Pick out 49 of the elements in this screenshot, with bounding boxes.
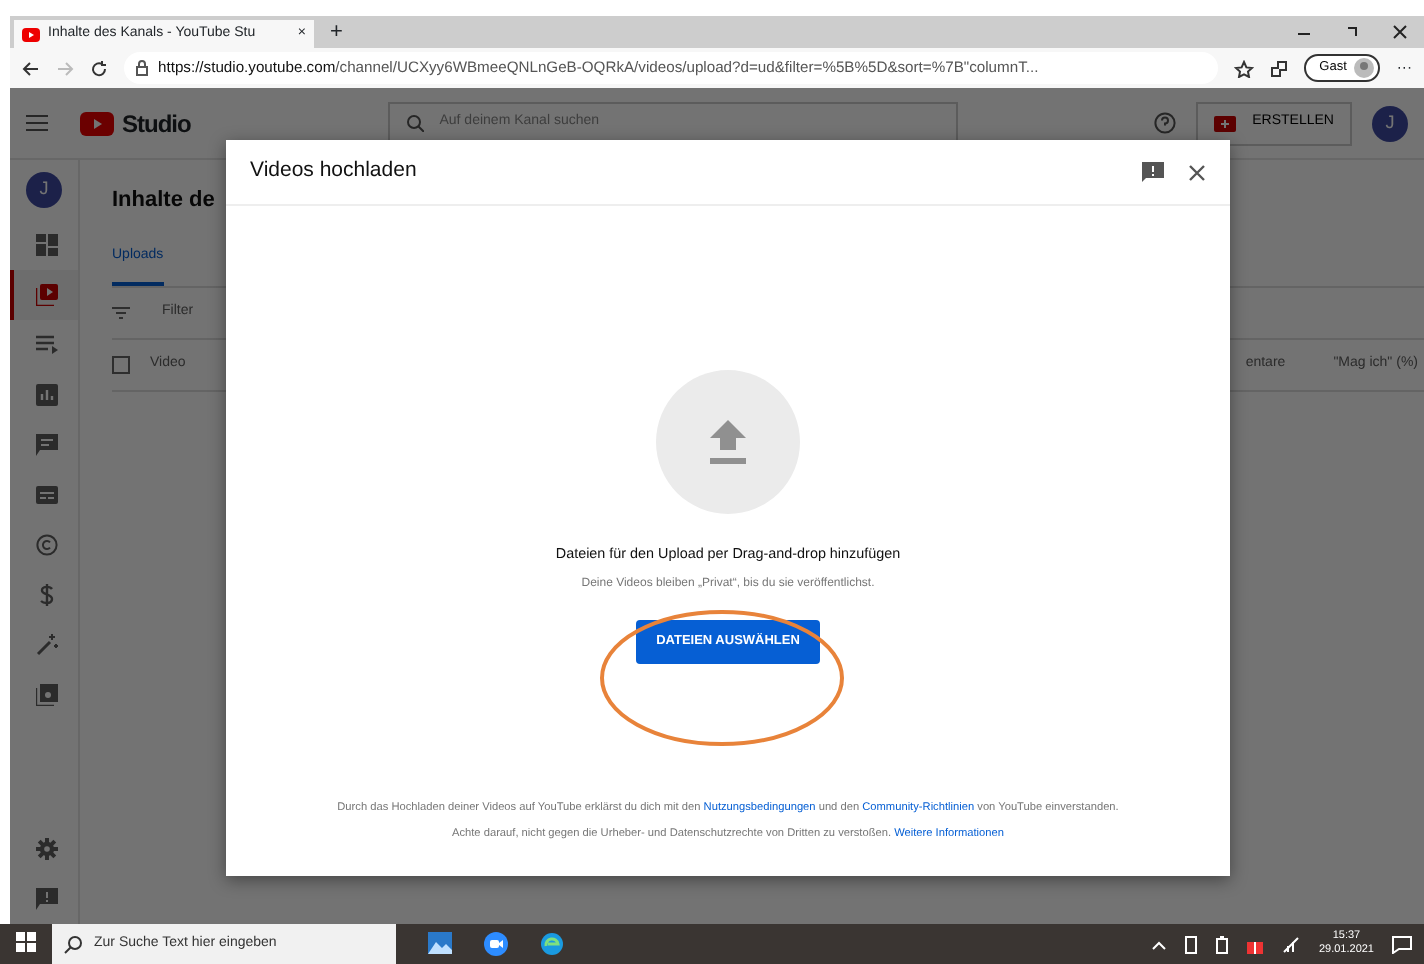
photos-app-icon[interactable] <box>428 932 452 954</box>
avatar-icon <box>1354 58 1375 78</box>
sidebar-item[interactable] <box>10 270 78 320</box>
upload-arrow-icon <box>708 420 748 464</box>
subtitles-icon <box>35 484 57 506</box>
page-title: Inhalte de <box>112 186 217 216</box>
windows-start-icon[interactable] <box>16 932 36 953</box>
close-icon[interactable] <box>1392 24 1408 40</box>
back-arrow-icon[interactable] <box>22 59 40 77</box>
notifications-icon[interactable] <box>1392 935 1412 953</box>
dialog-title: Videos hochladen <box>250 156 417 187</box>
help-icon[interactable] <box>1154 112 1177 134</box>
search-icon <box>405 114 424 132</box>
avatar[interactable]: J <box>1372 105 1408 141</box>
dollar-icon <box>35 584 57 606</box>
feedback-icon <box>35 888 57 910</box>
video-call-app-icon[interactable] <box>484 932 508 956</box>
feedback-icon[interactable] <box>1142 162 1164 182</box>
play-icon <box>35 284 57 306</box>
gear-icon <box>35 838 57 860</box>
checkbox[interactable] <box>112 356 130 374</box>
browser-app-icon[interactable] <box>540 932 564 956</box>
studio-logo-text: Studio <box>122 107 191 141</box>
forward-arrow-icon[interactable] <box>56 59 74 77</box>
copyright-icon <box>35 534 57 556</box>
menu-icon[interactable] <box>26 114 48 132</box>
network-icon[interactable] <box>1282 935 1301 953</box>
video-plus-icon <box>1214 115 1237 131</box>
chevron-up-icon[interactable] <box>1152 939 1167 949</box>
new-tab-button[interactable]: + <box>314 15 359 48</box>
close-icon[interactable] <box>1188 163 1206 181</box>
comment-icon <box>35 434 57 456</box>
tablet-icon[interactable] <box>1184 935 1199 953</box>
list-icon <box>35 334 57 356</box>
grid-icon <box>35 234 57 256</box>
magic-wand-icon <box>35 634 57 656</box>
search-icon <box>64 935 82 953</box>
reload-icon[interactable] <box>90 59 108 77</box>
filter-icon[interactable] <box>112 306 130 320</box>
battery-icon[interactable] <box>1216 935 1229 953</box>
channel-avatar[interactable]: J <box>26 172 62 208</box>
lock-icon <box>136 60 148 76</box>
restore-icon[interactable] <box>1344 24 1360 40</box>
bar-chart-icon <box>35 384 57 406</box>
extensions-icon[interactable] <box>1269 59 1288 77</box>
favorites-star-icon[interactable] <box>1233 59 1254 77</box>
media-library-icon <box>35 684 57 706</box>
youtube-logo-icon <box>22 27 40 41</box>
youtube-logo-icon <box>80 111 114 135</box>
